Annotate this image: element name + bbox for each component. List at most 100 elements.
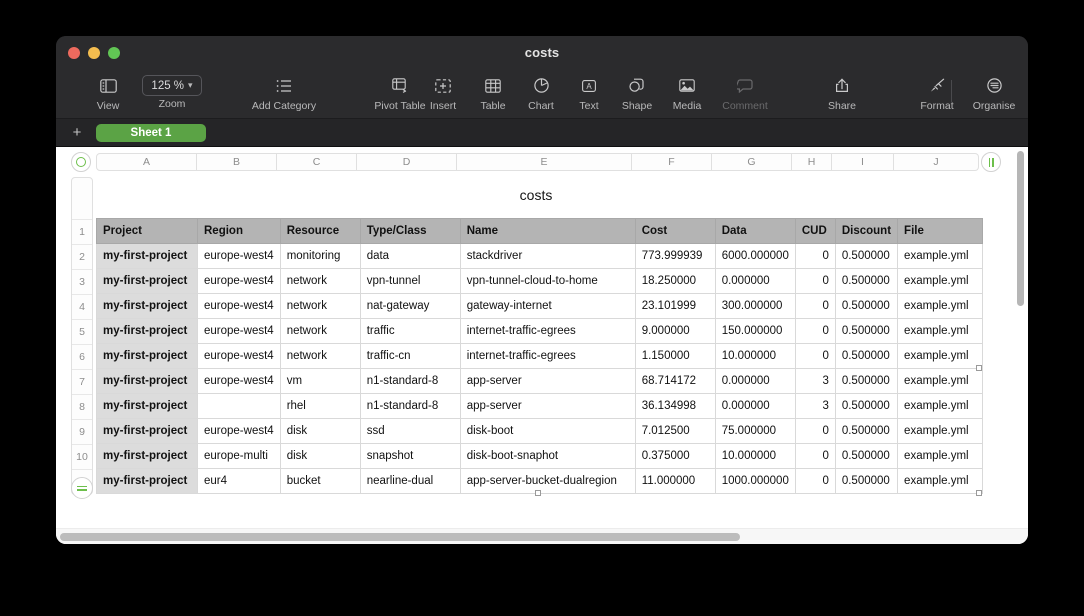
table-cell[interactable]: example.yml <box>897 343 984 369</box>
table-cell[interactable]: 3 <box>794 368 836 394</box>
table-cell[interactable]: snapshot <box>359 443 461 469</box>
column-header-e[interactable]: E <box>457 153 632 171</box>
toolbar-add-category-button[interactable]: Add Category <box>229 70 339 112</box>
table-cell[interactable]: rhel <box>279 393 361 419</box>
table-cell[interactable]: europe-west4 <box>197 268 281 294</box>
row-header-3[interactable]: 3 <box>72 269 92 294</box>
table-cell[interactable]: my-first-project <box>96 468 198 494</box>
column-header-j[interactable]: J <box>894 153 979 171</box>
table-cell[interactable]: 0.500000 <box>834 318 899 344</box>
table-cell[interactable]: vpn-tunnel-cloud-to-home <box>459 268 636 294</box>
table-cell[interactable]: example.yml <box>897 293 984 319</box>
table-cell[interactable]: 9.000000 <box>634 318 716 344</box>
table-cell[interactable]: network <box>279 343 361 369</box>
table-cell[interactable]: my-first-project <box>96 293 198 319</box>
table-cell[interactable]: example.yml <box>897 443 984 469</box>
table-cell[interactable]: 0.500000 <box>834 343 899 369</box>
column-header-h[interactable]: H <box>792 153 832 171</box>
table-cell[interactable]: disk-boot <box>459 418 636 444</box>
table-cell[interactable]: 0 <box>794 268 836 294</box>
table-cell[interactable]: europe-west4 <box>197 243 281 269</box>
table-cell[interactable]: my-first-project <box>96 368 198 394</box>
column-header-i[interactable]: I <box>832 153 894 171</box>
table-cell[interactable]: 0 <box>794 293 836 319</box>
table-cell[interactable]: europe-west4 <box>197 293 281 319</box>
table-resize-handle-corner[interactable] <box>976 490 982 496</box>
table-cell[interactable]: disk <box>279 443 361 469</box>
table-cell[interactable]: 0.500000 <box>834 368 899 394</box>
table-cell[interactable]: 1.150000 <box>634 343 716 369</box>
table-cell[interactable]: eur4 <box>197 468 281 494</box>
table-cell[interactable]: 0.500000 <box>834 418 899 444</box>
table-cell[interactable]: nearline-dual <box>359 468 461 494</box>
table-cell[interactable]: 23.101999 <box>634 293 716 319</box>
table-cell[interactable]: example.yml <box>897 243 984 269</box>
table-cell[interactable]: 68.714172 <box>634 368 716 394</box>
table-cell[interactable]: 0.500000 <box>834 243 899 269</box>
table-cell[interactable]: 0 <box>794 418 836 444</box>
toolbar-share-button[interactable]: Share <box>807 70 877 112</box>
table-cell[interactable]: 0 <box>794 243 836 269</box>
column-title-discount[interactable]: Discount <box>834 218 899 244</box>
table-cell[interactable]: monitoring <box>279 243 361 269</box>
table-cell[interactable]: 0.500000 <box>834 443 899 469</box>
column-title-name[interactable]: Name <box>459 218 636 244</box>
table-cell[interactable]: my-first-project <box>96 418 198 444</box>
add-rows-button[interactable] <box>71 477 93 499</box>
column-title-cud[interactable]: CUD <box>794 218 836 244</box>
toolbar-comment-button[interactable]: Comment <box>710 70 780 112</box>
table-cell[interactable]: bucket <box>279 468 361 494</box>
row-header-10[interactable]: 10 <box>72 444 92 469</box>
table-cell[interactable]: vpn-tunnel <box>359 268 461 294</box>
table-cell[interactable]: europe-west4 <box>197 368 281 394</box>
table-cell[interactable]: 0 <box>794 318 836 344</box>
table-cell[interactable]: example.yml <box>897 268 984 294</box>
table-cell[interactable]: 75.000000 <box>714 418 796 444</box>
toolbar-zoom-control[interactable]: 125 % ▾ Zoom <box>126 70 218 110</box>
column-title-data[interactable]: Data <box>714 218 796 244</box>
table-cell[interactable]: traffic-cn <box>359 343 461 369</box>
row-header-7[interactable]: 7 <box>72 369 92 394</box>
table-cell[interactable]: n1-standard-8 <box>359 393 461 419</box>
table-cell[interactable]: app-server <box>459 368 636 394</box>
table-cell[interactable]: 773.999939 <box>634 243 716 269</box>
table-cell[interactable]: example.yml <box>897 468 984 494</box>
table-cell[interactable]: 0.500000 <box>834 468 899 494</box>
table-cell[interactable]: 0.500000 <box>834 268 899 294</box>
table-cell[interactable]: my-first-project <box>96 243 198 269</box>
table-cell[interactable]: europe-west4 <box>197 418 281 444</box>
table-cell[interactable]: network <box>279 318 361 344</box>
row-header-8[interactable]: 8 <box>72 394 92 419</box>
row-header-6[interactable]: 6 <box>72 344 92 369</box>
table-cell[interactable]: data <box>359 243 461 269</box>
column-header-d[interactable]: D <box>357 153 457 171</box>
table-cell[interactable]: europe-multi <box>197 443 281 469</box>
table-cell[interactable]: 0 <box>794 343 836 369</box>
column-header-g[interactable]: G <box>712 153 792 171</box>
table-cell[interactable]: example.yml <box>897 393 984 419</box>
table-cell[interactable]: 6000.000000 <box>714 243 796 269</box>
toolbar-organise-button[interactable]: Organise <box>959 70 1028 112</box>
row-header-9[interactable]: 9 <box>72 419 92 444</box>
table-cell[interactable]: my-first-project <box>96 443 198 469</box>
table-cell[interactable]: 0.375000 <box>634 443 716 469</box>
row-header-5[interactable]: 5 <box>72 319 92 344</box>
table-cell[interactable]: 18.250000 <box>634 268 716 294</box>
table-cell[interactable]: my-first-project <box>96 268 198 294</box>
table-cell[interactable]: gateway-internet <box>459 293 636 319</box>
table-cell[interactable]: europe-west4 <box>197 343 281 369</box>
table-cell[interactable]: 36.134998 <box>634 393 716 419</box>
column-title-region[interactable]: Region <box>197 218 281 244</box>
table-resize-handle-bottom[interactable] <box>534 490 541 496</box>
column-title-project[interactable]: Project <box>96 218 198 244</box>
vertical-scrollbar[interactable] <box>1017 151 1024 306</box>
column-title-type-class[interactable]: Type/Class <box>359 218 461 244</box>
table-cell[interactable]: 0.000000 <box>714 368 796 394</box>
add-sheet-button[interactable]: + <box>68 124 86 142</box>
table-cell[interactable]: example.yml <box>897 368 984 394</box>
table-resize-handle-right[interactable] <box>976 365 982 371</box>
table-cell[interactable]: example.yml <box>897 418 984 444</box>
table-cell[interactable]: my-first-project <box>96 343 198 369</box>
table-cell[interactable]: example.yml <box>897 318 984 344</box>
horizontal-scrollbar-thumb[interactable] <box>60 533 740 541</box>
